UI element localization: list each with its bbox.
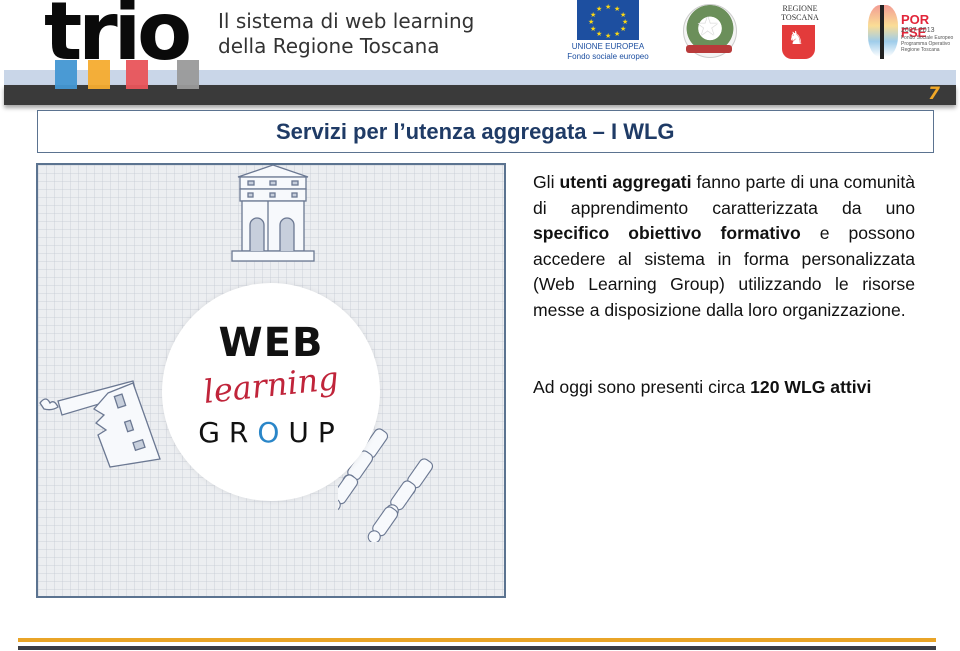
toscana-label: REGIONE TOSCANA <box>778 4 822 22</box>
stat-prefix: Ad oggi sono presenti circa <box>533 377 751 397</box>
paragraph-bold-2: specifico obiettivo formativo <box>533 223 801 244</box>
eu-label: UNIONE EUROPEA Fondo sociale europeo <box>560 42 656 62</box>
paragraph-bold-1: utenti aggregati <box>559 172 692 192</box>
tagline-line-1: Il sistema di web learning <box>218 9 475 33</box>
toscana-label-line-1: REGIONE <box>782 4 818 13</box>
logo-square-gray <box>177 60 199 89</box>
logo-group-up: UP <box>288 416 344 449</box>
logo-square-red <box>126 60 148 89</box>
header-banner: 7 trio Il sistema di web learning della … <box>0 0 960 108</box>
logo-group-o: O <box>257 416 289 449</box>
eu-label-line-2: Fondo sociale europeo <box>567 52 649 61</box>
eu-flag-icon: ★ ★ ★ ★ ★ ★ ★ ★ ★ ★ ★ ★ <box>577 0 639 40</box>
por-fse-bar-icon <box>880 5 884 59</box>
tagline-line-2: della Regione Toscana <box>218 34 440 58</box>
logo-web-text: WEB <box>218 320 324 366</box>
logo-group-text: GROUP <box>162 419 380 447</box>
description-paragraph: Gli utenti aggregati fanno parte di una … <box>533 170 915 324</box>
stat-paragraph: Ad oggi sono presenti circa 120 WLG atti… <box>533 375 915 401</box>
web-learning-group-logo: WEB learning GROUP <box>162 283 380 501</box>
footer-dark-line <box>18 646 936 650</box>
title-box: Servizi per l’utenza aggregata – I WLG <box>37 110 934 153</box>
slide-number: 7 <box>928 84 940 104</box>
italy-star-icon: ★ <box>696 11 720 41</box>
eu-label-line-1: UNIONE EUROPEA <box>571 42 645 51</box>
factory-sketch-icon <box>39 380 161 468</box>
stat-bold: 120 WLG attivi <box>750 377 872 397</box>
wlg-illustration: WEB learning GROUP <box>36 163 506 598</box>
footer-orange-line <box>18 638 936 642</box>
logo-group-r: R <box>228 416 258 449</box>
logo-square-orange <box>88 60 110 89</box>
slide-title: Servizi per l’utenza aggregata – I WLG <box>276 119 675 144</box>
por-fse-subtitle: Fondo Sociale Europeo Programma Operativ… <box>901 35 954 53</box>
logo-learning-text: learning <box>201 359 341 411</box>
trio-logo: trio <box>40 0 200 95</box>
por-fse-logo: POR FSE 2007-2013 Fondo Sociale Europeo … <box>858 5 958 60</box>
italy-ribbon <box>686 45 732 53</box>
toscana-label-line-2: TOSCANA <box>781 13 819 22</box>
logo-square-blue <box>55 60 77 89</box>
header-tagline: Il sistema di web learning della Regione… <box>218 9 474 59</box>
por-fse-years: 2007-2013 <box>901 27 935 34</box>
paragraph-text-1: Gli <box>533 172 560 192</box>
pegasus-icon: ♞ <box>788 28 805 48</box>
logo-group-g: G <box>198 416 229 449</box>
building-sketch-icon <box>231 165 315 262</box>
